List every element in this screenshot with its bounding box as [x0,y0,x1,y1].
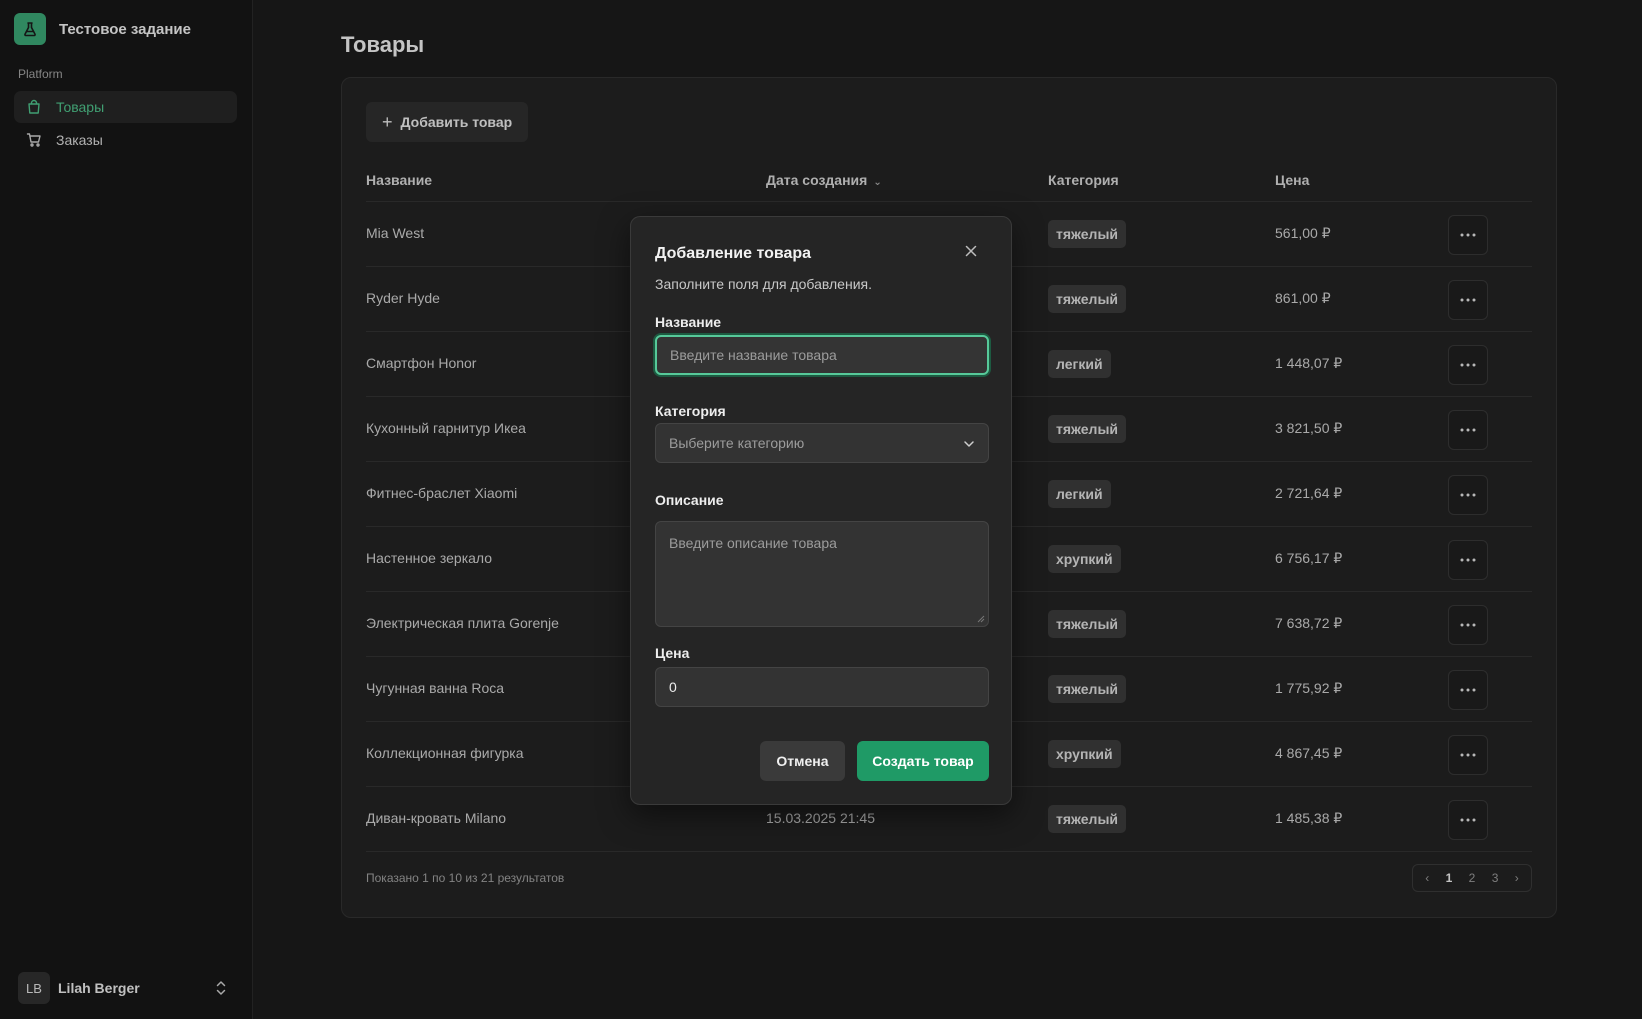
category-placeholder: Выберите категорию [669,435,805,451]
dialog-subtitle: Заполните поля для добавления. [655,276,872,292]
name-placeholder: Введите название товара [670,347,837,363]
chevron-down-icon [964,441,974,447]
cancel-button[interactable]: Отмена [760,741,845,781]
description-textarea[interactable]: Введите описание товара [655,521,989,627]
description-label: Описание [655,492,724,508]
price-value: 0 [669,679,677,695]
name-label: Название [655,314,722,330]
close-icon[interactable] [963,243,979,259]
category-label: Категория [655,403,726,419]
create-product-button[interactable]: Создать товар [857,741,989,781]
price-label: Цена [655,645,690,661]
name-input[interactable]: Введите название товара [655,335,989,375]
price-input[interactable]: 0 [655,667,989,707]
resize-grip-icon[interactable] [977,615,985,623]
add-product-dialog: Добавление товара Заполните поля для доб… [630,216,1012,805]
description-placeholder: Введите описание товара [669,535,837,551]
category-select[interactable]: Выберите категорию [655,423,989,463]
dialog-title: Добавление товара [655,245,812,262]
